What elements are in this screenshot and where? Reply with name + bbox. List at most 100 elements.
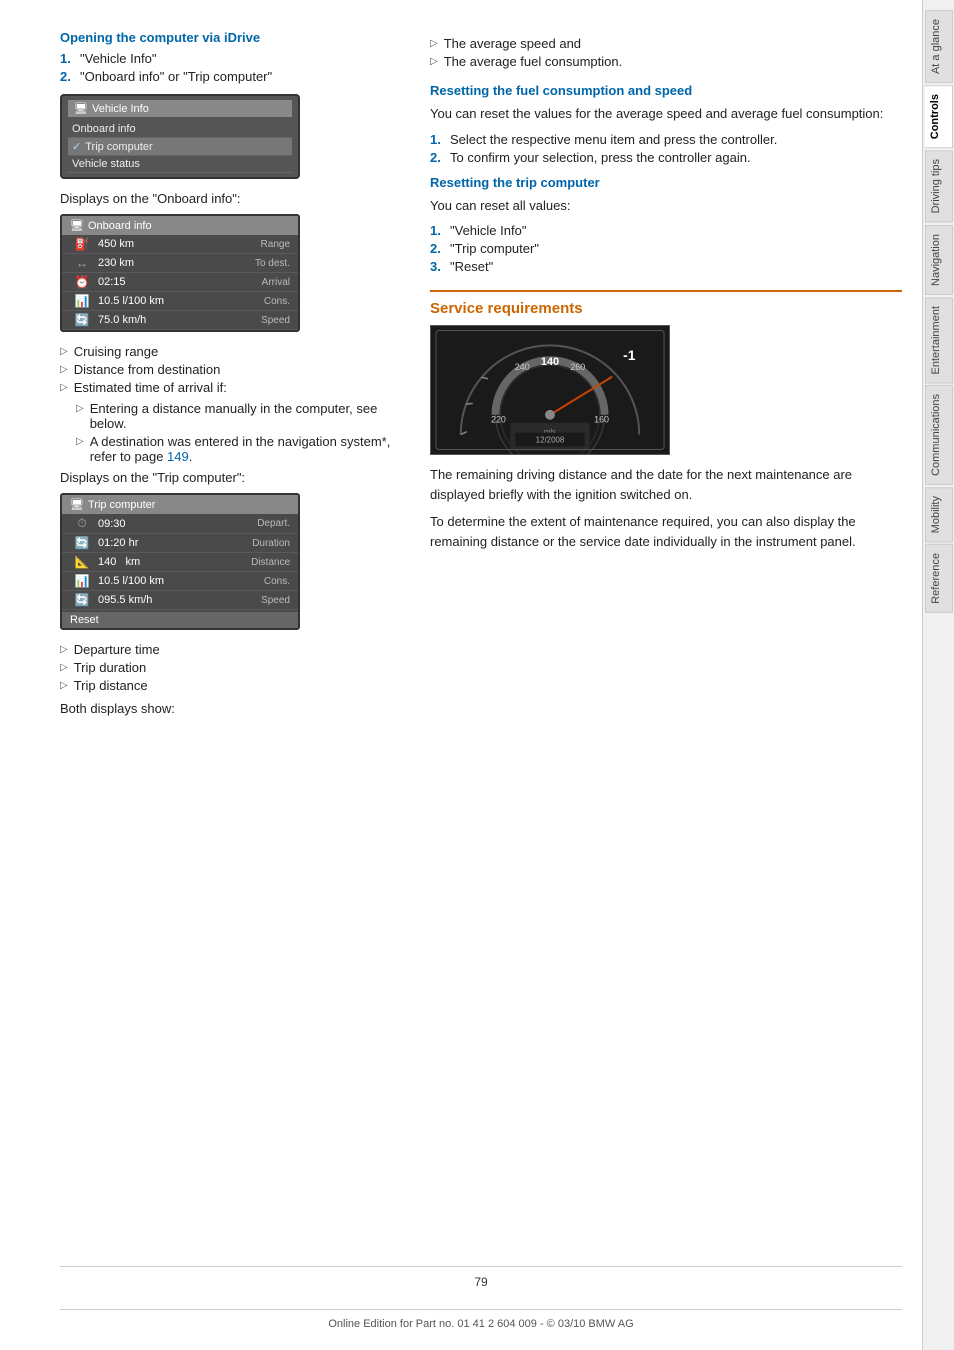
- onboard-row-dest: ↔ 230 km To dest.: [62, 254, 298, 273]
- service-body-2: To determine the extent of maintenance r…: [430, 512, 902, 551]
- tab-entertainment[interactable]: Entertainment: [925, 297, 953, 383]
- bullet-avg-fuel: ▷ The average fuel consumption.: [430, 54, 902, 69]
- displays-trip-text: Displays on the "Trip computer":: [60, 470, 400, 485]
- tab-navigation[interactable]: Navigation: [925, 225, 953, 295]
- right-column: ▷ The average speed and ▷ The average fu…: [430, 30, 902, 1246]
- svg-text:160: 160: [594, 415, 609, 425]
- depart-triangle: ▷: [60, 644, 68, 655]
- tab-driving-tips[interactable]: Driving tips: [925, 150, 953, 222]
- fuel-step-num-1: 1.: [430, 132, 444, 147]
- svg-text:260: 260: [570, 362, 585, 372]
- duration-label: Duration: [235, 538, 290, 549]
- screen-row-trip: ✓ Trip computer: [68, 138, 292, 156]
- svg-text:140: 140: [541, 356, 559, 368]
- main-content: Opening the computer via iDrive 1. "Vehi…: [0, 0, 922, 1350]
- onboard-sub-bullets: ▷ Entering a distance manually in the co…: [60, 401, 400, 464]
- trip-row-depart: ⏱ 09:30 Depart.: [62, 514, 298, 534]
- bullet-text-estimated: Estimated time of arrival if:: [74, 380, 227, 395]
- two-col-layout: Opening the computer via iDrive 1. "Vehi…: [60, 30, 902, 1246]
- arrival-icon: ⏰: [70, 275, 94, 289]
- fuel-step-1: 1. Select the respective menu item and p…: [430, 132, 902, 147]
- sub-bullet-destination: ▷ A destination was entered in the navig…: [76, 434, 400, 464]
- resetting-fuel-heading: Resetting the fuel consumption and speed: [430, 83, 902, 98]
- bullet-triangle-1: ▷: [60, 346, 68, 357]
- onboard-row-range: ⛽ 450 km Range: [62, 235, 298, 254]
- fuel-step-num-2: 2.: [430, 150, 444, 165]
- speedometer-svg: 220 240 140 260 160 mls 9999: [431, 325, 669, 455]
- trip-distance-icon: 📐: [70, 555, 94, 569]
- screen-row-vehicle: Vehicle status: [68, 156, 292, 173]
- trip-reset-step-3: 3. "Reset": [430, 259, 902, 274]
- sub-bullet-entering: ▷ Entering a distance manually in the co…: [76, 401, 400, 431]
- trip-reset-num-3: 3.: [430, 259, 444, 274]
- bullet-distance: ▷ Distance from destination: [60, 362, 400, 377]
- screen-title-bar: 🖥 Vehicle Info: [68, 100, 292, 117]
- trip-dur-text: Trip duration: [74, 660, 147, 675]
- bullet-text-cruising: Cruising range: [74, 344, 159, 359]
- depart-value: 09:30: [94, 518, 235, 530]
- range-label: Range: [235, 239, 290, 250]
- sidebar-tabs: At a glance Controls Driving tips Naviga…: [922, 0, 954, 1350]
- range-value: 450 km: [94, 238, 235, 250]
- avg-speed-triangle: ▷: [430, 38, 438, 49]
- trip-title-bar: 🖥 Trip computer: [62, 495, 298, 514]
- tab-reference[interactable]: Reference: [925, 544, 953, 613]
- onboard-row-speed: 🔄 75.0 km/h Speed: [62, 311, 298, 330]
- dest-label: To dest.: [235, 258, 290, 269]
- tab-controls[interactable]: Controls: [925, 85, 953, 148]
- trip-speed-value: 095.5 km/h: [94, 594, 235, 606]
- tab-mobility[interactable]: Mobility: [925, 487, 953, 542]
- page-149-link[interactable]: 149: [167, 449, 189, 464]
- left-column: Opening the computer via iDrive 1. "Vehi…: [60, 30, 400, 1246]
- trip-row-distance: 📐 140 km Distance: [62, 553, 298, 572]
- both-show-bullets: ▷ The average speed and ▷ The average fu…: [430, 36, 902, 69]
- trip-speed-label: Speed: [235, 595, 290, 606]
- page-container: Opening the computer via iDrive 1. "Vehi…: [0, 0, 954, 1350]
- onboard-row-cons: 📊 10.5 l/100 km Cons.: [62, 292, 298, 311]
- trip-reset-bar: Reset: [62, 612, 298, 628]
- trip-bullets: ▷ Departure time ▷ Trip duration ▷ Trip …: [60, 642, 400, 693]
- speed-value: 75.0 km/h: [94, 314, 235, 326]
- tab-communications[interactable]: Communications: [925, 385, 953, 485]
- trip-cons-icon: 📊: [70, 574, 94, 588]
- step-text-1: "Vehicle Info": [80, 51, 156, 66]
- trip-row-cons: 📊 10.5 l/100 km Cons.: [62, 572, 298, 591]
- screen-row-onboard-label: Onboard info: [72, 123, 288, 135]
- bullet-cruising: ▷ Cruising range: [60, 344, 400, 359]
- displays-onboard-text: Displays on the "Onboard info":: [60, 191, 400, 206]
- trip-reset-step-2: 2. "Trip computer": [430, 241, 902, 256]
- onboard-title-bar: 🖥 Onboard info: [62, 216, 298, 235]
- screen-icon: 🖥: [74, 102, 88, 115]
- range-icon: ⛽: [70, 237, 94, 251]
- trip-row-speed: 🔄 095.5 km/h Speed: [62, 591, 298, 610]
- checkmark-icon: ✓: [72, 140, 81, 153]
- trip-dist-text: Trip distance: [74, 678, 148, 693]
- bullet-avg-speed: ▷ The average speed and: [430, 36, 902, 51]
- service-image: 220 240 140 260 160 mls 9999: [430, 325, 670, 455]
- onboard-title-icon: 🖥: [70, 219, 84, 232]
- svg-text:220: 220: [491, 415, 506, 425]
- service-heading: Service requirements: [430, 300, 902, 317]
- sub-triangle-2: ▷: [76, 436, 84, 447]
- speed-label: Speed: [235, 315, 290, 326]
- trip-row-duration: 🔄 01:20 hr Duration: [62, 534, 298, 553]
- svg-text:240: 240: [515, 362, 530, 372]
- bullet-triangle-2: ▷: [60, 364, 68, 375]
- trip-reset-text-3: "Reset": [450, 259, 493, 274]
- resetting-trip-body: You can reset all values:: [430, 196, 902, 216]
- bullet-triangle-3: ▷: [60, 382, 68, 393]
- vehicle-info-screen: 🖥 Vehicle Info Onboard info ✓ Trip compu…: [60, 94, 300, 179]
- dest-value: 230 km: [94, 257, 235, 269]
- tab-at-a-glance[interactable]: At a glance: [925, 10, 953, 83]
- step-num-1: 1.: [60, 51, 74, 66]
- page-footer: 79 Online Edition for Part no. 01 41 2 6…: [60, 1266, 902, 1330]
- step-num-2: 2.: [60, 69, 74, 84]
- page-number: 79: [60, 1275, 902, 1289]
- trip-speed-icon: 🔄: [70, 593, 94, 607]
- step-1: 1. "Vehicle Info": [60, 51, 400, 66]
- resetting-fuel-body: You can reset the values for the average…: [430, 104, 902, 124]
- screen-row-trip-label: Trip computer: [85, 141, 288, 153]
- depart-label: Depart.: [235, 518, 290, 529]
- step-2: 2. "Onboard info" or "Trip computer": [60, 69, 400, 84]
- both-displays-show: Both displays show:: [60, 699, 400, 719]
